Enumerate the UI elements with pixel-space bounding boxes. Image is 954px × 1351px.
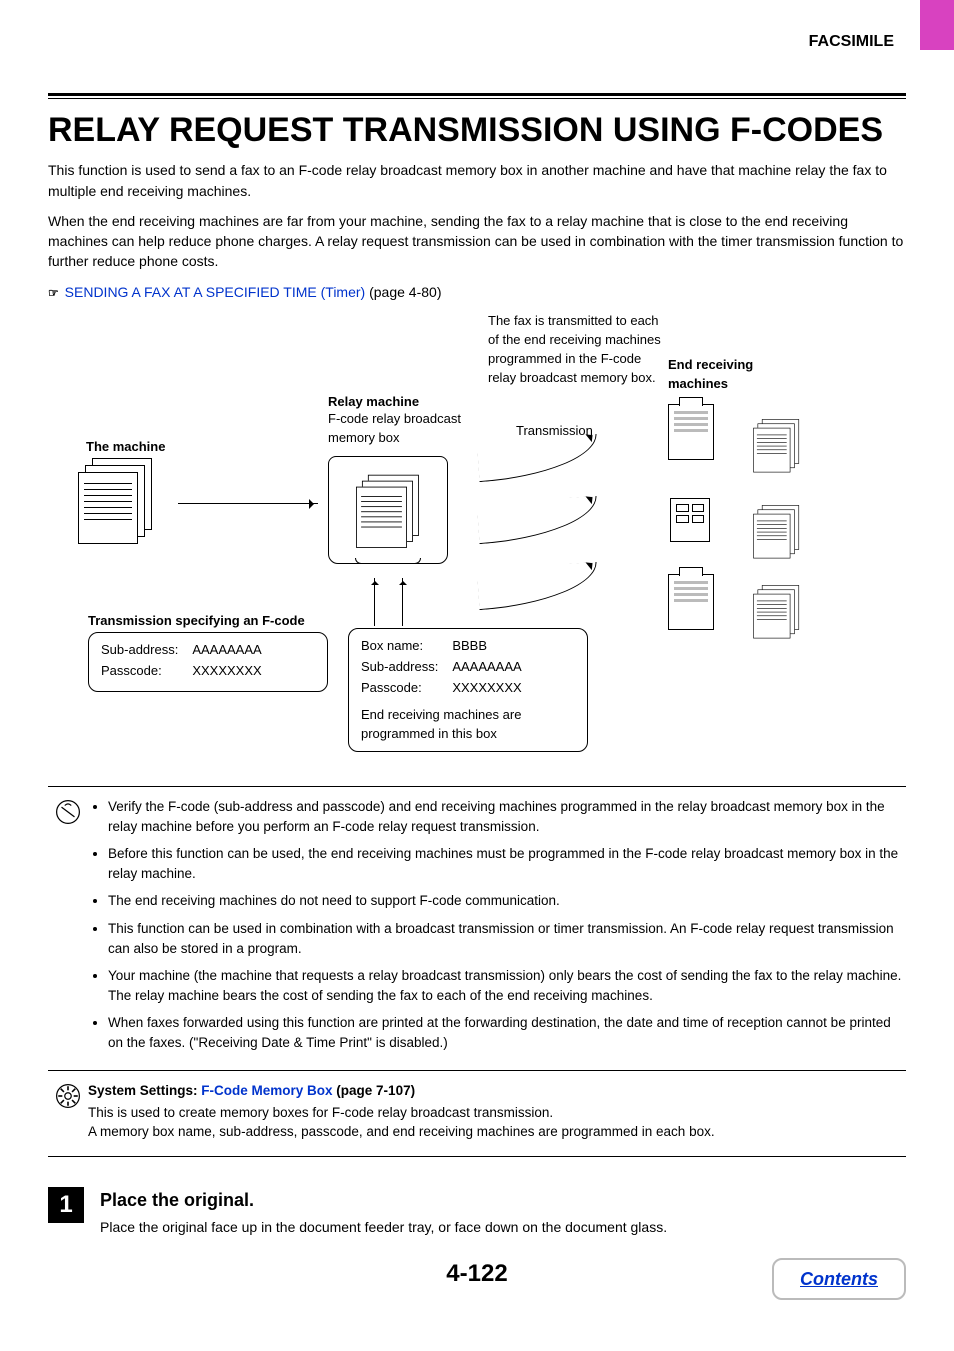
notes-list: Verify the F-code (sub-address and passc… (88, 797, 906, 1060)
section-header: FACSIMILE (48, 30, 906, 53)
src-pass-v: XXXXXXXX (192, 662, 275, 683)
note-item: Verify the F-code (sub-address and passc… (108, 797, 906, 836)
arrow-curve-1 (477, 434, 599, 482)
box-sub-k: Sub-address: (361, 658, 452, 679)
note-item: Your machine (the machine that requests … (108, 966, 906, 1005)
step-number: 1 (48, 1187, 84, 1223)
relay-doc-icon (356, 475, 424, 552)
step-title: Place the original. (100, 1187, 667, 1213)
note-item: When faxes forwarded using this function… (108, 1013, 906, 1052)
pointer-line-left (374, 578, 375, 626)
source-doc-icon (78, 458, 158, 548)
page-title: RELAY REQUEST TRANSMISSION USING F-CODES (48, 111, 906, 150)
note-icon (48, 797, 88, 1060)
settings-title: System Settings: F-Code Memory Box (page… (88, 1081, 906, 1101)
contents-button[interactable]: Contents (772, 1258, 906, 1300)
end-building-2 (670, 498, 710, 542)
settings-block: System Settings: F-Code Memory Box (page… (48, 1071, 906, 1157)
gear-icon (48, 1081, 88, 1142)
end-building-3 (668, 574, 714, 630)
step-body-text: Place the original face up in the docume… (100, 1217, 667, 1237)
settings-page: (page 7-107) (333, 1083, 416, 1098)
label-relay-sub: F-code relay broadcast memory box (328, 410, 488, 448)
label-fcode-caption: Transmission specifying an F-code (88, 612, 305, 631)
intro-paragraph-2: When the end receiving machines are far … (48, 211, 906, 272)
arrow-to-relay (178, 503, 318, 504)
source-fcode-box: Sub-address:AAAAAAAA Passcode:XXXXXXXX (88, 632, 328, 692)
timer-link-page: (page 4-80) (365, 284, 441, 300)
label-top-note: The fax is transmitted to each of the en… (488, 312, 668, 387)
box-name-k: Box name: (361, 637, 452, 658)
pointer-icon: ☞ (48, 286, 59, 300)
label-the-machine: The machine (86, 438, 165, 457)
fcode-memory-link[interactable]: F-Code Memory Box (201, 1083, 332, 1098)
intro-link-line: ☞ SENDING A FAX AT A SPECIFIED TIME (Tim… (48, 282, 906, 302)
src-sub-k: Sub-address: (101, 641, 192, 662)
settings-label: System Settings: (88, 1083, 201, 1098)
note-item: The end receiving machines do not need t… (108, 891, 906, 911)
rule-top-thick (48, 93, 906, 96)
end-doc-1 (753, 419, 803, 475)
box-name-v: BBBB (452, 637, 535, 658)
intro-paragraph-1: This function is used to send a fax to a… (48, 160, 906, 201)
end-doc-2 (753, 505, 803, 561)
box-note: End receiving machines are programmed in… (361, 706, 575, 744)
step-block: 1 Place the original. Place the original… (48, 1187, 906, 1237)
settings-line1: This is used to create memory boxes for … (88, 1103, 906, 1123)
end-doc-3 (753, 585, 803, 641)
diagram: The machine Relay machine F-code relay b… (48, 308, 906, 778)
arrow-curve-3 (477, 562, 599, 610)
pointer-line-right (402, 578, 403, 626)
box-sub-v: AAAAAAAA (452, 658, 535, 679)
relay-fcode-box: Box name:BBBB Sub-address:AAAAAAAA Passc… (348, 628, 588, 752)
src-pass-k: Passcode: (101, 662, 192, 683)
label-end-title: End receiving machines (668, 356, 788, 394)
note-item: This function can be used in combination… (108, 919, 906, 958)
notes-block: Verify the F-code (sub-address and passc… (48, 786, 906, 1071)
box-pass-k: Passcode: (361, 679, 452, 700)
end-building-1 (668, 404, 714, 460)
box-pass-v: XXXXXXXX (452, 679, 535, 700)
settings-line2: A memory box name, sub-address, passcode… (88, 1122, 906, 1142)
timer-link[interactable]: SENDING A FAX AT A SPECIFIED TIME (Timer… (65, 284, 366, 300)
note-item: Before this function can be used, the en… (108, 844, 906, 883)
rule-top-thin (48, 98, 906, 99)
src-sub-v: AAAAAAAA (192, 641, 275, 662)
arrow-curve-2 (477, 496, 599, 544)
